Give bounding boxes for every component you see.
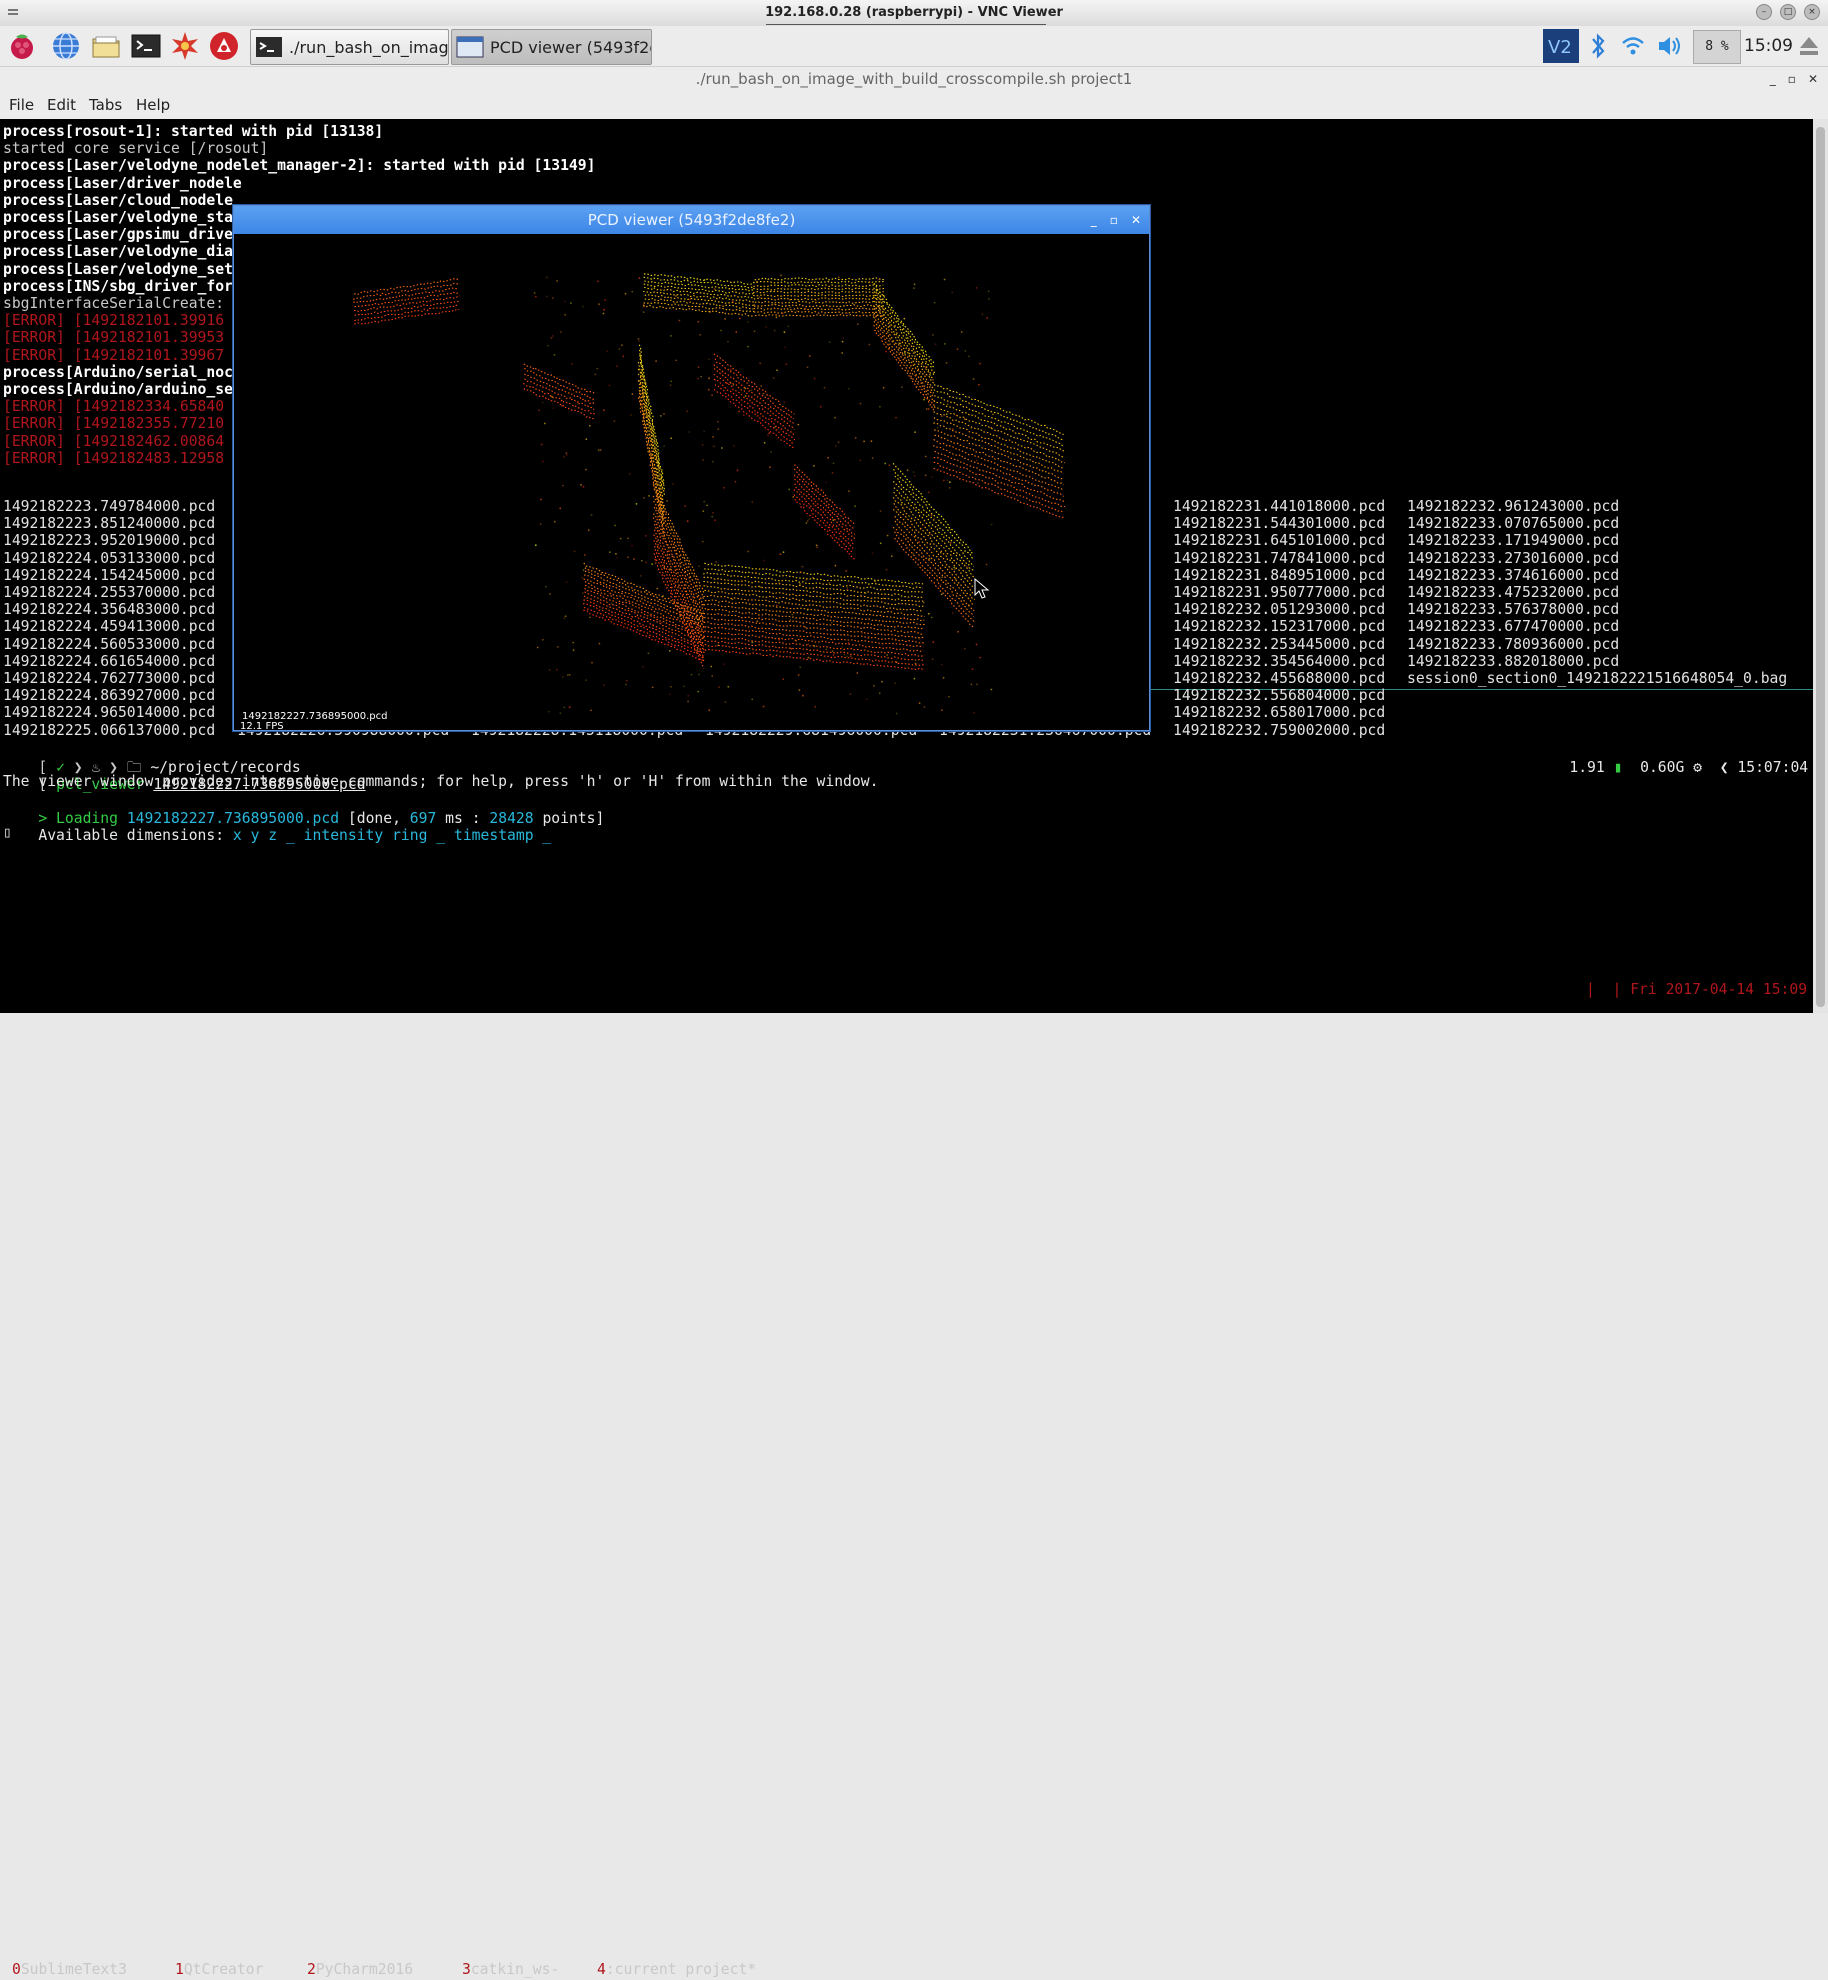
tmux-window-name: :current project* [605,1961,757,1978]
menu-edit[interactable]: Edit [47,96,76,114]
tmux-window[interactable]: 1 QtCreator [175,980,263,1978]
bluetooth-icon[interactable] [1589,31,1607,61]
cpu-usage[interactable]: 8 % [1693,30,1741,64]
svg-text:V2: V2 [1548,37,1572,58]
task-terminal[interactable]: ./run_bash_on_imag... [250,29,449,65]
mouse-cursor-icon [974,578,990,599]
tmux-window-number: 0 [12,1961,21,1978]
tmux-window[interactable]: 0 SublimeText3 [12,980,127,1978]
file-entry: session0_section0_1492182221516648054_0.… [1407,670,1788,687]
pcd-viewer-window[interactable]: PCD viewer (5493f2de8fe2) _ ▫ ✕ 14921822… [233,205,1150,732]
pcd-viewer-titlebar[interactable]: PCD viewer (5493f2de8fe2) [234,206,1149,234]
dimensions-line: Available dimensions: x y z _ intensity … [38,827,552,844]
math-app-icon[interactable] [169,30,201,62]
web-browser-icon[interactable] [50,30,82,62]
scrollbar-thumb[interactable] [1816,127,1825,1007]
file-manager-icon[interactable] [90,30,122,62]
tmux-window-number: 3 [462,1961,471,1978]
wifi-icon[interactable] [1620,31,1646,61]
taskbar: ./run_bash_on_imag... PCD viewer (5493f2… [0,26,1828,67]
task-label: PCD viewer (5493f2d... [490,37,651,57]
menu-file[interactable]: File [9,96,34,114]
close-icon[interactable]: × [1804,4,1820,20]
tmux-window-number: 2 [307,1961,316,1978]
wolfram-icon[interactable] [208,30,240,62]
task-pcd-viewer[interactable]: PCD viewer (5493f2d... [451,29,652,65]
maximize-icon[interactable]: ▫ [1788,72,1796,86]
vnc-server-icon[interactable]: V2 [1543,29,1579,63]
tmux-window[interactable]: 4 :current project* [597,980,756,1978]
window-icon [456,36,484,58]
minimize-icon[interactable]: – [1756,4,1772,20]
maximize-icon[interactable]: □ [1780,4,1796,20]
volume-icon[interactable] [1656,31,1684,61]
tmux-window-number: 4 [597,1961,606,1978]
log-line: [ERROR] [1492182483.12958 [3,449,225,467]
task-label: ./run_bash_on_imag... [289,37,449,57]
minimize-icon[interactable]: _ [1091,213,1097,227]
eject-icon[interactable] [1797,31,1821,61]
menu-tabs[interactable]: Tabs [89,96,122,114]
tmux-right-status: | | Fri 2017-04-14 15:09 [1586,981,1808,998]
tmux-window-number: 1 [175,1961,184,1978]
tmux-window[interactable]: 3 catkin_ws- [462,980,559,1978]
tmux-window-name: PyCharm2016 [315,1961,414,1978]
close-icon[interactable]: ✕ [1808,72,1818,86]
file-entry: 1492182232.759002000.pcd [1173,721,1386,739]
raspberry-menu-icon[interactable] [6,30,38,62]
terminal-icon [256,37,282,57]
vnc-titlebar: 192.168.0.28 (raspberrypi) - VNC Viewer … [0,0,1828,27]
cursor: ▯ [3,824,12,841]
menubar: File Edit Tabs Help [0,91,1828,119]
point-cloud-canvas[interactable] [234,234,1149,730]
menu-help[interactable]: Help [136,96,170,114]
tmux-window-name: QtCreator [183,1961,264,1978]
vnc-title: 192.168.0.28 (raspberrypi) - VNC Viewer [765,5,1063,20]
pcd-viewer-title: PCD viewer (5493f2de8fe2) [587,211,796,229]
pcd-fps: 12.1 FPS [240,721,284,732]
terminal-titlebar: ./run_bash_on_image_with_build_crosscomp… [0,67,1828,91]
terminal-icon[interactable] [130,30,162,62]
close-icon[interactable]: ✕ [1131,213,1141,227]
tmux-window-name: catkin_ws- [470,1961,560,1978]
clock[interactable]: 15:09 [1744,36,1793,56]
prompt-status: 1.91 ▮ 0.60G ⚙ ❮ 15:07:04 ◷ [1569,759,1825,776]
tmux-window-name: SublimeText3 [20,1961,127,1978]
minimize-icon[interactable]: _ [1770,72,1776,86]
tmux-window[interactable]: 2 PyCharm2016 [307,980,413,1978]
maximize-icon[interactable]: ▫ [1110,213,1118,227]
title-underline [766,24,1046,25]
